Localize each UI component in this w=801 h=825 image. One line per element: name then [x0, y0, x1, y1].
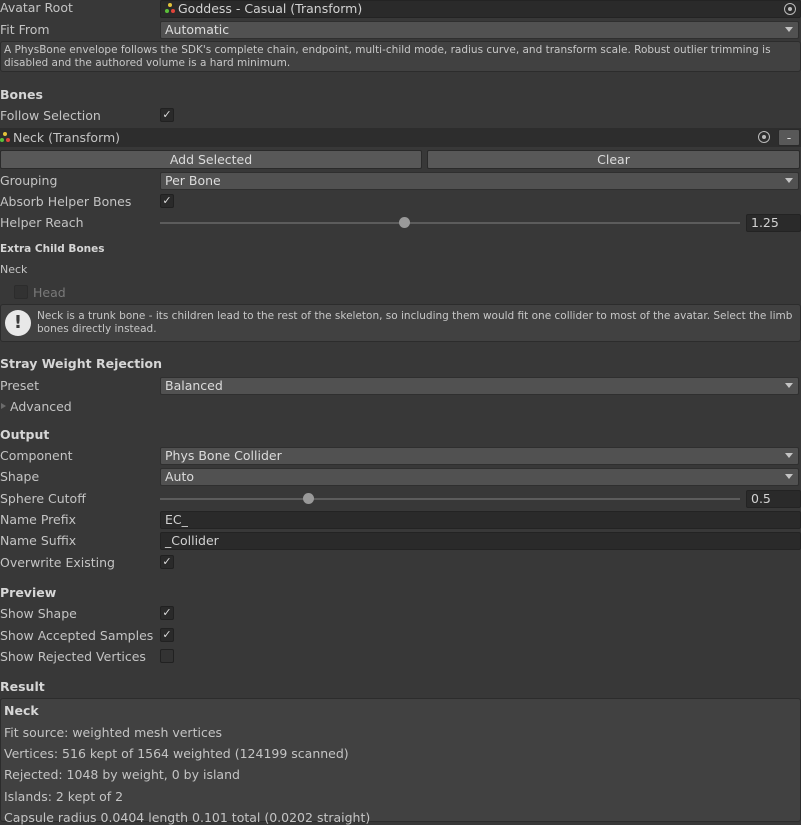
show-accepted-label: Show Accepted Samples	[0, 628, 154, 643]
result-box: Neck Fit source: weighted mesh vertices …	[0, 698, 801, 825]
sphere-cutoff-label: Sphere Cutoff	[0, 491, 86, 506]
avatar-root-row: Avatar Root Goddess - Casual (Transform)	[0, 0, 801, 21]
extra-child-row: Head	[0, 283, 801, 304]
result-line: Capsule radius 0.0404 length 0.101 total…	[4, 810, 371, 825]
grouping-row: Grouping Per Bone	[0, 171, 801, 192]
extra-child-header: Extra Child Bones	[0, 243, 105, 255]
absorb-helper-row: Absorb Helper Bones ✓	[0, 192, 801, 213]
helper-reach-label: Helper Reach	[0, 215, 84, 230]
absorb-helper-checkbox[interactable]: ✓	[160, 194, 174, 208]
bones-header: Bones	[0, 87, 43, 102]
helper-reach-row: Helper Reach 1.25	[0, 213, 801, 234]
overwrite-label: Overwrite Existing	[0, 555, 115, 570]
add-selected-button[interactable]: Add Selected	[0, 150, 422, 169]
stray-header: Stray Weight Rejection	[0, 356, 162, 371]
head-label: Head	[33, 285, 66, 300]
preset-dropdown[interactable]: Balanced	[160, 377, 799, 395]
preset-value: Balanced	[165, 378, 223, 393]
preset-row: Preset Balanced	[0, 376, 801, 397]
component-label: Component	[0, 448, 73, 463]
show-rejected-checkbox[interactable]	[160, 649, 174, 663]
clear-button[interactable]: Clear	[427, 150, 800, 169]
shape-dropdown[interactable]: Auto	[160, 468, 799, 486]
fit-from-row: Fit From Automatic	[0, 20, 801, 41]
warning-text: Neck is a trunk bone - its children lead…	[37, 310, 793, 335]
sphere-cutoff-slider[interactable]	[160, 493, 740, 504]
result-line: Islands: 2 kept of 2	[4, 789, 124, 804]
preview-header: Preview	[0, 585, 57, 600]
overwrite-checkbox[interactable]: ✓	[160, 555, 174, 569]
head-checkbox[interactable]	[14, 285, 28, 299]
result-title: Neck	[4, 703, 39, 718]
avatar-root-field[interactable]: Goddess - Casual (Transform)	[160, 0, 801, 18]
fit-from-dropdown[interactable]: Automatic	[160, 21, 799, 39]
grouping-dropdown[interactable]: Per Bone	[160, 172, 799, 190]
extra-child-parent: Neck	[0, 263, 28, 276]
avatar-root-label: Avatar Root	[0, 0, 73, 15]
name-suffix-row: Name Suffix _Collider	[0, 531, 801, 552]
show-shape-row: Show Shape ✓	[0, 604, 801, 625]
show-shape-label: Show Shape	[0, 606, 77, 621]
helper-reach-input[interactable]: 1.25	[746, 214, 801, 232]
preset-label: Preset	[0, 378, 39, 393]
chevron-right-icon	[1, 403, 6, 409]
grouping-label: Grouping	[0, 173, 58, 188]
show-rejected-row: Show Rejected Vertices	[0, 647, 801, 668]
component-value: Phys Bone Collider	[165, 448, 282, 463]
bone-list-item-text: Neck (Transform)	[13, 130, 121, 145]
info-box: A PhysBone envelope follows the SDK's co…	[0, 41, 801, 72]
chevron-down-icon	[785, 453, 793, 458]
slider-thumb[interactable]	[398, 217, 410, 228]
object-picker-icon[interactable]	[784, 3, 796, 15]
result-line: Vertices: 516 kept of 1564 weighted (124…	[4, 746, 349, 761]
shape-label: Shape	[0, 469, 40, 484]
name-suffix-label: Name Suffix	[0, 533, 77, 548]
shape-value: Auto	[165, 469, 195, 484]
bone-buttons-row: Add Selected Clear	[0, 150, 801, 171]
show-rejected-label: Show Rejected Vertices	[0, 649, 146, 664]
overwrite-row: Overwrite Existing ✓	[0, 553, 801, 574]
helper-reach-slider[interactable]	[160, 217, 740, 228]
component-dropdown[interactable]: Phys Bone Collider	[160, 447, 799, 465]
fit-from-value: Automatic	[165, 22, 230, 37]
transform-icon	[0, 132, 11, 143]
object-picker-icon[interactable]	[758, 131, 770, 143]
name-suffix-input[interactable]: _Collider	[160, 532, 801, 550]
name-prefix-label: Name Prefix	[0, 512, 76, 527]
show-accepted-checkbox[interactable]: ✓	[160, 628, 174, 642]
result-header: Result	[0, 679, 45, 694]
name-prefix-row: Name Prefix EC_	[0, 510, 801, 531]
show-accepted-row: Show Accepted Samples ✓	[0, 626, 801, 647]
absorb-helper-label: Absorb Helper Bones	[0, 194, 132, 209]
advanced-foldout[interactable]: Advanced	[0, 397, 801, 418]
bone-list-item-label: Neck (Transform)	[0, 130, 120, 145]
result-line: Rejected: 1048 by weight, 0 by island	[4, 767, 240, 782]
sphere-cutoff-row: Sphere Cutoff 0.5	[0, 489, 801, 510]
advanced-label: Advanced	[10, 399, 72, 414]
chevron-down-icon	[785, 383, 793, 388]
bone-list-item[interactable]: Neck (Transform) -	[0, 128, 801, 147]
grouping-value: Per Bone	[165, 173, 221, 188]
component-row: Component Phys Bone Collider	[0, 446, 801, 467]
show-shape-checkbox[interactable]: ✓	[160, 606, 174, 620]
warning-box: ! Neck is a trunk bone - its children le…	[0, 304, 801, 342]
result-line: Fit source: weighted mesh vertices	[4, 725, 223, 740]
warning-icon: !	[5, 310, 31, 336]
info-text: A PhysBone envelope follows the SDK's co…	[4, 44, 771, 69]
follow-selection-checkbox[interactable]: ✓	[160, 108, 174, 122]
follow-selection-label: Follow Selection	[0, 108, 101, 123]
follow-selection-row: Follow Selection ✓	[0, 106, 801, 127]
chevron-down-icon	[785, 474, 793, 479]
sphere-cutoff-input[interactable]: 0.5	[746, 490, 801, 508]
name-prefix-input[interactable]: EC_	[160, 511, 801, 529]
shape-row: Shape Auto	[0, 467, 801, 488]
chevron-down-icon	[785, 178, 793, 183]
slider-thumb[interactable]	[302, 493, 314, 504]
chevron-down-icon	[785, 27, 793, 32]
avatar-root-value: Goddess - Casual (Transform)	[178, 1, 363, 16]
remove-bone-button[interactable]: -	[778, 129, 800, 146]
transform-icon	[165, 3, 176, 14]
fit-from-label: Fit From	[0, 22, 50, 37]
output-header: Output	[0, 427, 50, 442]
